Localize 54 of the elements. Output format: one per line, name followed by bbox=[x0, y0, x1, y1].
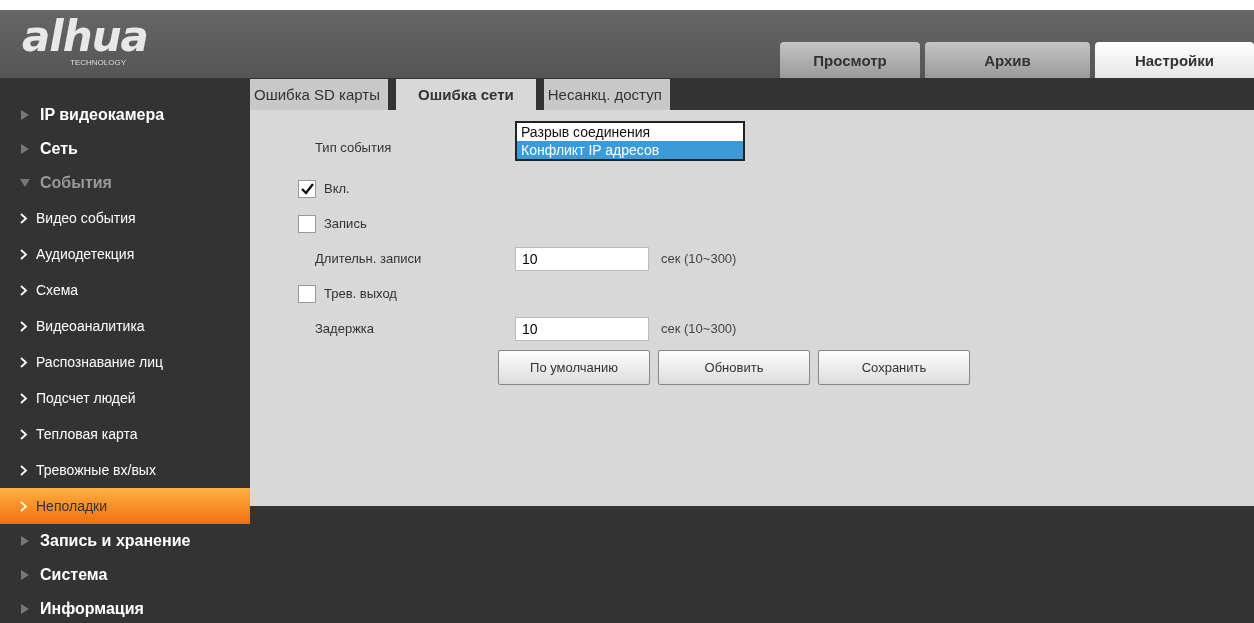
chevron-icon bbox=[20, 248, 28, 260]
chevron-icon bbox=[20, 500, 28, 512]
sidebar-group[interactable]: Запись и хранение bbox=[0, 524, 250, 558]
expand-triangle-icon bbox=[20, 110, 30, 120]
chevron-icon bbox=[20, 428, 28, 440]
sidebar-item[interactable]: Тревожные вх/вых bbox=[0, 452, 250, 488]
sidebar-item[interactable]: Неполадки bbox=[0, 488, 250, 524]
expand-triangle-icon bbox=[20, 144, 30, 154]
chevron-icon bbox=[20, 356, 28, 368]
unit-hint: сек (10~300) bbox=[661, 321, 737, 336]
unit-hint: сек (10~300) bbox=[661, 251, 737, 266]
sidebar-item[interactable]: Тепловая карта bbox=[0, 416, 250, 452]
dropdown-list[interactable]: Разрыв соединения Конфликт IP адресов bbox=[515, 121, 745, 161]
tab[interactable]: Ошибка сети bbox=[396, 79, 536, 110]
chevron-icon bbox=[20, 320, 28, 332]
nav-tab[interactable]: Архив bbox=[925, 42, 1090, 78]
checkbox-label: Запись bbox=[324, 216, 367, 231]
sidebar-group[interactable]: Система bbox=[0, 558, 250, 592]
expand-triangle-icon bbox=[20, 570, 30, 580]
tab[interactable]: Несанкц. доступ bbox=[543, 79, 670, 110]
checkbox[interactable] bbox=[298, 284, 316, 303]
input-field[interactable]: 10 bbox=[515, 246, 649, 271]
action-button[interactable]: Обновить bbox=[658, 350, 810, 385]
chevron-icon bbox=[20, 392, 28, 404]
expand-triangle-icon bbox=[20, 536, 30, 546]
sidebar-group[interactable]: События bbox=[0, 166, 250, 200]
collapse-triangle-icon bbox=[20, 178, 30, 188]
sidebar-item[interactable]: Видео события bbox=[0, 200, 250, 236]
field-label: Задержка bbox=[314, 321, 376, 336]
checkbox[interactable] bbox=[298, 214, 316, 233]
checkbox-label: Трев. выход bbox=[324, 286, 397, 301]
sidebar-item[interactable]: Распознавание лиц bbox=[0, 344, 250, 380]
nav-tab[interactable]: Просмотр bbox=[780, 42, 920, 78]
checkbox-label: Вкл. bbox=[324, 181, 350, 196]
field-label: Длительн. записи bbox=[314, 251, 423, 266]
chevron-icon bbox=[20, 464, 28, 476]
tab[interactable]: Ошибка SD карты bbox=[250, 79, 388, 110]
input-field[interactable]: 10 bbox=[515, 316, 649, 341]
sidebar-item[interactable]: Видеоаналитика bbox=[0, 308, 250, 344]
sidebar-group[interactable]: Информация bbox=[0, 592, 250, 623]
sidebar-item[interactable]: Схема bbox=[0, 272, 250, 308]
logo: alhua TECHNOLOGY bbox=[21, 15, 148, 69]
field-label: Тип события bbox=[314, 139, 393, 155]
action-button[interactable]: По умолчанию bbox=[498, 350, 650, 385]
expand-triangle-icon bbox=[20, 604, 30, 614]
nav-tab[interactable]: Настройки bbox=[1095, 42, 1254, 78]
sidebar-item[interactable]: Аудиодетекция bbox=[0, 236, 250, 272]
sidebar-group[interactable]: IP видеокамера bbox=[0, 98, 250, 132]
checkbox[interactable] bbox=[298, 179, 316, 198]
sidebar-item[interactable]: Подсчет людей bbox=[0, 380, 250, 416]
chevron-icon bbox=[20, 284, 28, 296]
sidebar-group[interactable]: Сеть bbox=[0, 132, 250, 166]
chevron-icon bbox=[20, 212, 28, 224]
action-button[interactable]: Сохранить bbox=[818, 350, 970, 385]
